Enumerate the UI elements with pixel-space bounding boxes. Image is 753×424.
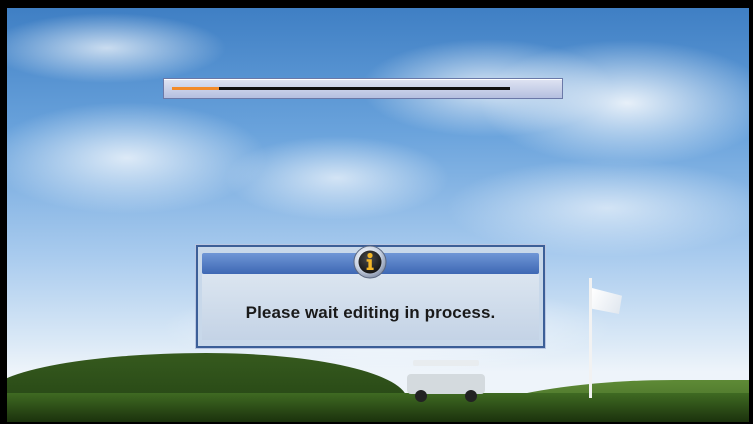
- flag-pole: [589, 278, 592, 398]
- progress-bar: [163, 78, 563, 99]
- background-grass: [7, 393, 749, 422]
- info-dialog: Please wait editing in process.: [196, 245, 545, 348]
- dialog-message: Please wait editing in process.: [245, 303, 496, 322]
- flag: [592, 288, 622, 314]
- golf-cart: [407, 360, 487, 402]
- info-icon: [353, 245, 387, 279]
- progress-fill: [172, 87, 219, 90]
- progress-track: [172, 87, 510, 90]
- background-photo: [7, 8, 749, 422]
- tv-screen: Please wait editing in process.: [0, 0, 753, 424]
